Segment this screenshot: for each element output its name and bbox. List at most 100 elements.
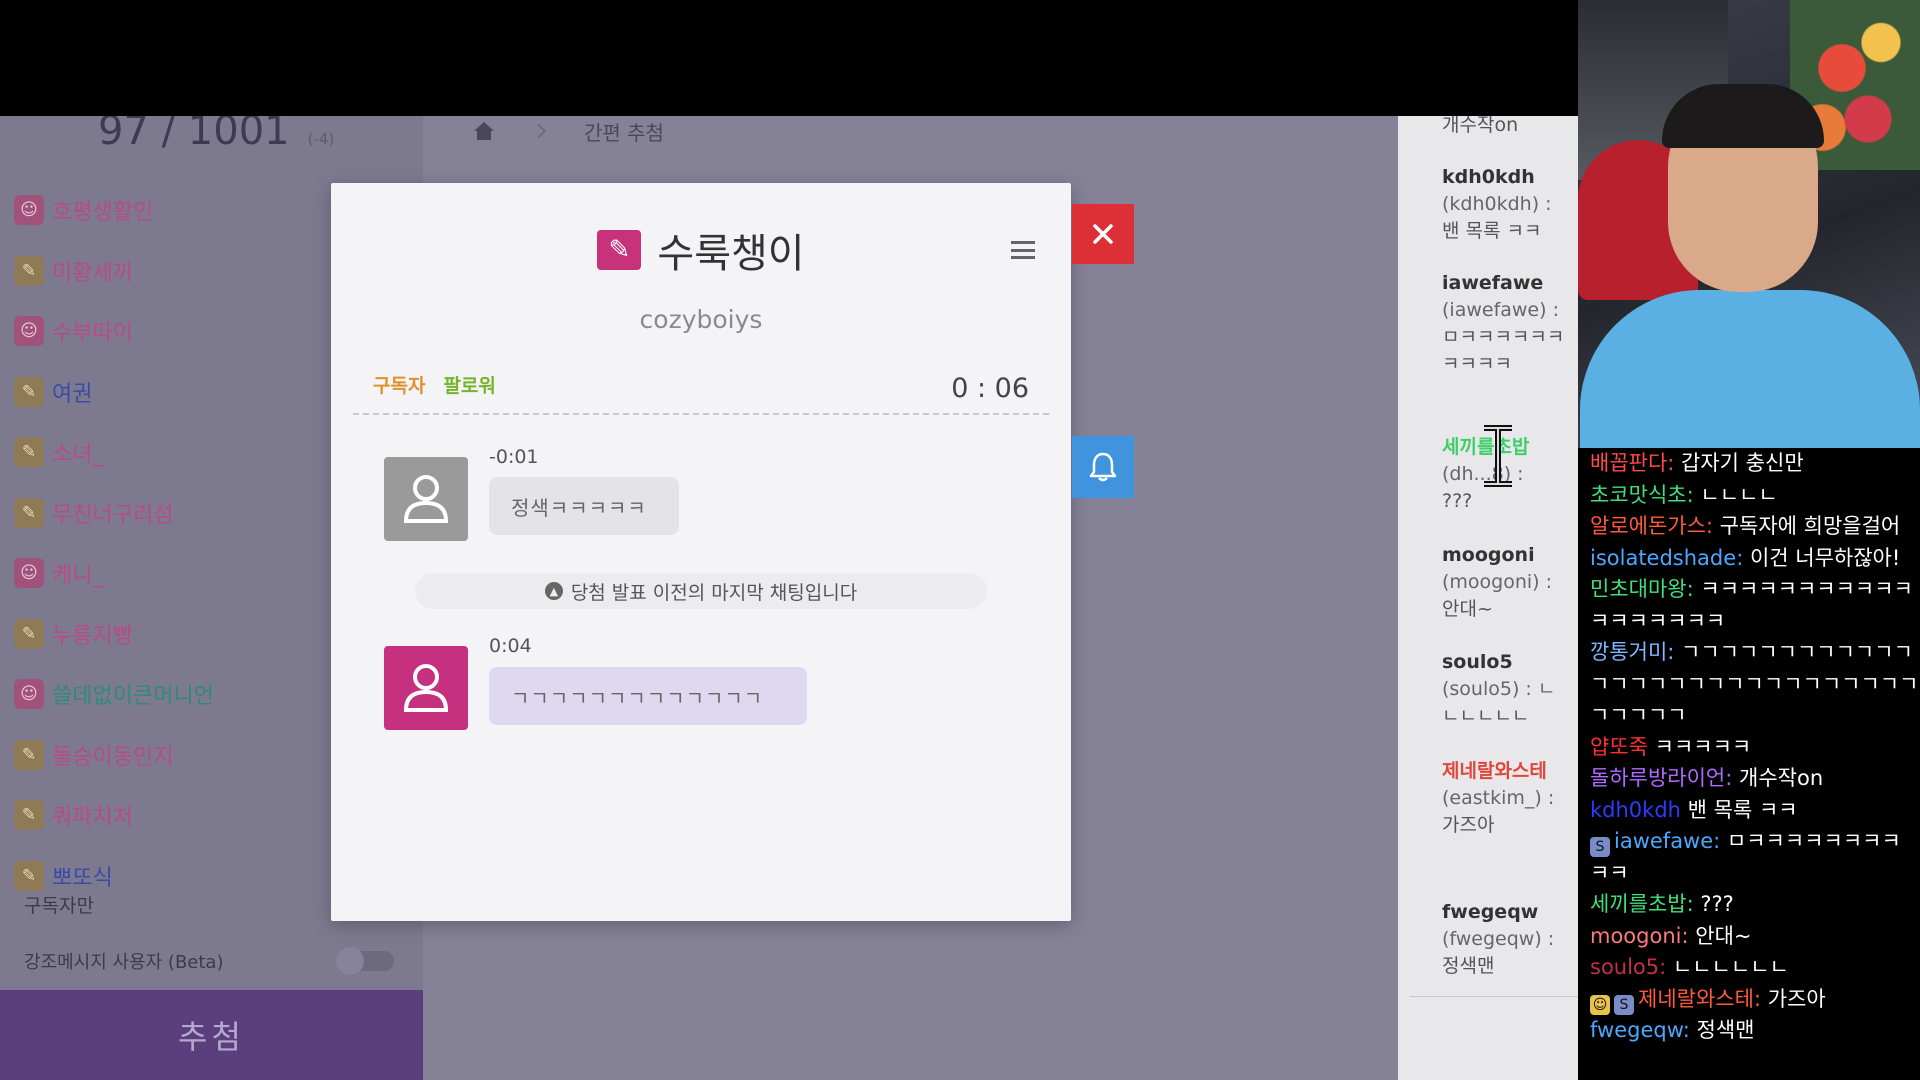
winner-item-name: 무친너구리섬 — [52, 502, 174, 528]
fan-icon: ✎ — [14, 739, 44, 770]
chat-log-entry: moogoni (moogoni) : 안대~ — [1442, 542, 1572, 623]
chat-log-id: (eastkim_) : — [1442, 787, 1555, 809]
stream-chat-name: kdh0kdh — [1590, 797, 1681, 822]
stream-chat-message: 밴 목록 ㅋㅋ — [1687, 797, 1798, 822]
home-icon[interactable] — [474, 122, 494, 140]
winner-item-name: 여권 — [52, 381, 93, 407]
stream-chat-separator: : — [1686, 577, 1701, 601]
chat-log-entry: 개수작on — [1442, 116, 1572, 139]
stream-chat-name: fwegeqw — [1590, 1018, 1683, 1042]
notification-button[interactable] — [1072, 436, 1134, 498]
fan-badge-icon: ☺ — [1590, 994, 1610, 1015]
winner-item-name: 호평생활인 — [52, 200, 154, 226]
winner-item-name: 미황세끼 — [52, 260, 133, 286]
stream-chat-name: isolatedshade — [1590, 545, 1737, 570]
stream-chat-separator: : — [1753, 986, 1768, 1011]
chat-log-entry: fwegeqw (fwegeqw) : 정색맨 — [1442, 899, 1572, 980]
chat-log-name: moogoni — [1442, 544, 1535, 566]
stream-chat-message: 가즈아 — [1767, 986, 1826, 1011]
stream-chat: 배꼽판다: 갑자기 충신만 초코맛식초: ㄴㄴㄴㄴ 알로에돈가스: 구독자에 희망을… — [1578, 448, 1920, 1080]
stream-chat-name: 얍또죽 — [1590, 734, 1648, 759]
chat-bubble: ㄱㄱㄱㄱㄱㄱㄱㄱㄱㄱㄱㄱㄱ — [489, 667, 807, 725]
subscriber-icon: ☺ — [14, 558, 44, 589]
fan-icon: ✎ — [14, 376, 44, 407]
stream-chat-line: kdh0kdh 밴 목록 ㅋㅋ — [1590, 795, 1920, 827]
close-button[interactable] — [1072, 204, 1134, 264]
stream-chat-line: 알로에돈가스: 구독자에 희망을걸어 — [1590, 511, 1920, 543]
webcam-view — [1578, 0, 1920, 448]
chat-log-id: (soulo5) : ㄴ — [1442, 678, 1556, 700]
chevron-right-icon — [531, 123, 547, 139]
stream-chat-separator: : — [1681, 923, 1696, 948]
stream-chat-name: iawefawe — [1614, 829, 1714, 853]
close-icon — [1093, 224, 1113, 244]
chat-bubble: 정색ㅋㅋㅋㅋㅋ — [489, 477, 679, 535]
subscriber-icon: ☺ — [14, 195, 44, 226]
subscriber-icon: ☺ — [14, 316, 44, 347]
chat-time: 0:04 — [489, 635, 532, 657]
winner-name: 수룩챙이 — [657, 231, 805, 277]
chat-time: -0:01 — [489, 446, 539, 468]
last-chat-notice: ▲ 당첨 발표 이전의 마지막 채팅입니다 — [415, 573, 987, 609]
stream-chat-separator: : — [1736, 545, 1750, 570]
chat-log-message: ??? — [1442, 490, 1473, 512]
subscriber-badge-icon: S — [1614, 994, 1634, 1015]
chat-log-name: soulo5 — [1442, 651, 1513, 673]
stream-chat-separator: : — [1667, 640, 1682, 664]
stream-chat-separator: : — [1713, 829, 1727, 853]
stream-chat-separator — [1648, 735, 1655, 759]
winner-item-name: 뽀또식 — [52, 865, 113, 891]
stream-chat-separator: : — [1667, 451, 1682, 475]
fan-icon: ✎ — [597, 230, 642, 270]
stream-chat-message: 정색맨 — [1696, 1018, 1755, 1042]
fan-icon: ✎ — [14, 497, 44, 528]
stream-chat-separator: : — [1725, 766, 1740, 790]
highlight-message-option: 강조메시지 사용자 (Beta) — [24, 947, 394, 975]
chat-log-entry: 제네랄와스테 (eastkim_) : 가즈아 — [1442, 758, 1572, 839]
chat-log-entry: iawefawe (iawefawe) : ㅁㅋㅋㅋㅋㅋㅋㅋㅋㅋㅋ — [1442, 270, 1572, 378]
chat-log-id: (kdh0kdh) : — [1442, 193, 1552, 215]
chat-log-panel: 개수작on kdh0kdh (kdh0kdh) : 밴 목록 ㅋㅋ iawefawe (i… — [1398, 116, 1578, 1080]
stream-chat-separator: : — [1705, 514, 1720, 538]
fan-icon: ✎ — [14, 800, 44, 831]
chat-log-entry: soulo5 (soulo5) : ㄴㄴㄴㄴㄴㄴ — [1442, 649, 1572, 730]
stream-chat-message: 개수작on — [1739, 766, 1824, 790]
stream-chat-name: soulo5 — [1590, 955, 1660, 979]
last-chat-notice-text: 당첨 발표 이전의 마지막 채팅입니다 — [570, 581, 858, 604]
stream-chat-line: isolatedshade: 이건 너무하잖아! — [1590, 543, 1920, 575]
elapsed-timer: 0 : 06 — [951, 373, 1029, 404]
stream-chat-name: 초코맛식초 — [1590, 482, 1687, 507]
stream-chat-line: 민초대마왕: ㅋㅋㅋㅋㅋㅋㅋㅋㅋㅋㅋㅋㅋㅋㅋㅋㅋㅋ — [1590, 574, 1920, 637]
chat-log-name: fwegeqw — [1442, 901, 1539, 923]
stream-chat-line: 초코맛식초: ㄴㄴㄴㄴ — [1590, 480, 1920, 512]
stream-chat-line: ☺ S 제네랄와스테: 가즈아 — [1590, 984, 1920, 1016]
subscriber-badge-icon: S — [1590, 837, 1610, 857]
stream-chat-message: ㅋㅋㅋㅋㅋ — [1654, 734, 1752, 759]
stream-chat-name: 민초대마왕 — [1590, 577, 1687, 601]
menu-icon[interactable] — [1011, 241, 1035, 259]
participant-delta: (-4) — [307, 130, 335, 148]
fan-icon: ✎ — [14, 860, 44, 891]
winner-badges: 구독자 팔로워 — [373, 371, 496, 398]
divider — [1410, 996, 1578, 997]
stream-chat-message: 구독자에 희망을걸어 — [1719, 514, 1901, 538]
stream-chat-line: 세끼를초밥: ??? — [1590, 889, 1920, 921]
stream-chat-line: soulo5: ㄴㄴㄴㄴㄴㄴ — [1590, 952, 1920, 984]
draw-button[interactable]: 추첨 — [0, 990, 423, 1080]
highlight-message-label: 강조메시지 사용자 (Beta) — [24, 952, 224, 973]
arrow-up-icon: ▲ — [544, 582, 563, 600]
chat-log-message: 개수작on — [1442, 116, 1519, 136]
stream-chat-line: 깡통거미: ㄱㄱㄱㄱㄱㄱㄱㄱㄱㄱㄱㄱㄱㄱㄱㄱㄱㄱㄱㄱㄱㄱㄱㄱㄱㄱㄱㄱㄱㄱㄱㄱㄱㄱ — [1590, 637, 1920, 732]
highlight-message-toggle[interactable] — [336, 947, 394, 975]
chat-log-message: ㅁㅋㅋㅋㅋㅋㅋㅋㅋㅋㅋ — [1442, 326, 1565, 375]
subscriber-only-label[interactable]: 구독자만 — [24, 891, 94, 918]
breadcrumb: 간편 추첨 — [474, 116, 664, 146]
chat-log-id: (moogoni) : — [1442, 571, 1553, 593]
stream-chat-separator: : — [1682, 1018, 1697, 1042]
fan-icon: ✎ — [14, 255, 44, 286]
chat-log-name: iawefawe — [1442, 272, 1544, 294]
breadcrumb-current[interactable]: 간편 추첨 — [584, 117, 664, 146]
webcam-shirt — [1580, 290, 1920, 448]
chat-log-entry: kdh0kdh (kdh0kdh) : 밴 목록 ㅋㅋ — [1442, 164, 1572, 245]
stream-chat-line: Siawefawe: ㅁㅋㅋㅋㅋㅋㅋㅋㅋㅋㅋ — [1590, 826, 1920, 889]
